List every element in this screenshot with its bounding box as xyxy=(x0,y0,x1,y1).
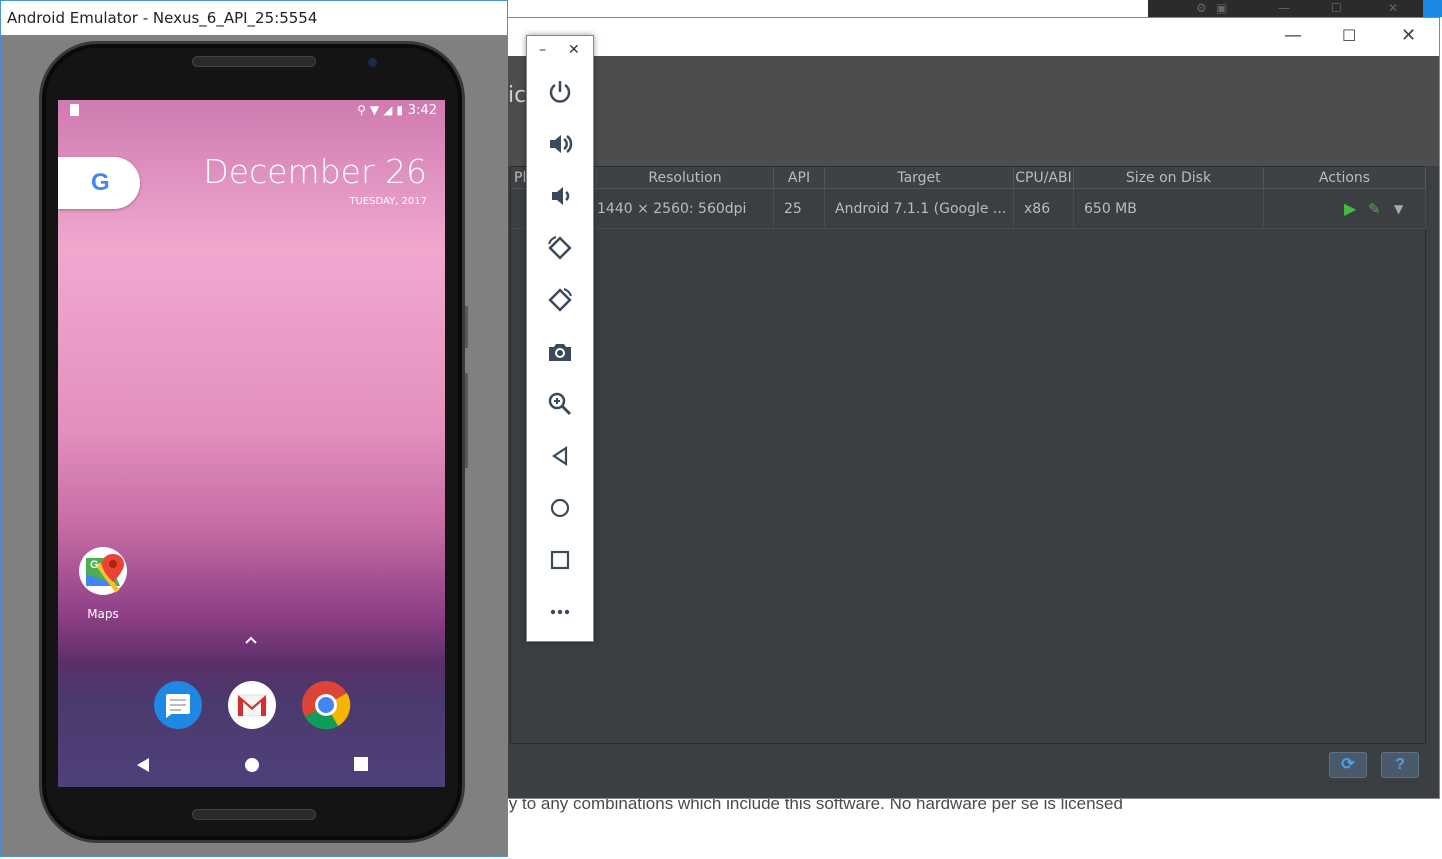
avd-table: Pl Resolution API Target CPU/ABI Size on… xyxy=(510,166,1426,744)
date-widget-year[interactable]: TUESDAY, 2017 xyxy=(349,196,427,207)
signal-icon: ◢ xyxy=(383,103,397,117)
launch-play-icon[interactable]: ▶ xyxy=(1344,189,1356,228)
overview-icon[interactable] xyxy=(542,542,578,578)
maps-label: Maps xyxy=(87,607,119,621)
location-icon: ⚲ xyxy=(357,103,370,117)
rotate-right-icon[interactable] xyxy=(542,282,578,318)
rotate-left-icon[interactable] xyxy=(542,230,578,266)
status-icons: ⚲▼◢▮ xyxy=(357,103,407,117)
volume-up-icon[interactable] xyxy=(542,126,578,162)
emulator-toolbar: – ✕ xyxy=(526,35,594,642)
nav-home-icon[interactable] xyxy=(244,757,260,773)
toolbar-close-button[interactable]: ✕ xyxy=(568,42,580,58)
nav-back-icon[interactable] xyxy=(135,757,151,773)
emulator-title: Android Emulator - Nexus_6_API_25:5554 xyxy=(7,9,318,27)
avd-header-title: ic xyxy=(508,83,527,108)
camera-icon[interactable] xyxy=(542,334,578,370)
front-camera xyxy=(368,58,377,67)
emulator-titlebar: Android Emulator - Nexus_6_API_25:5554 xyxy=(1,1,507,35)
home-icon[interactable] xyxy=(542,490,578,526)
avd-titlebar: — ☐ ✕ xyxy=(506,18,1439,56)
column-header-actions[interactable]: Actions xyxy=(1264,167,1426,189)
avd-manager-window: — ☐ ✕ ic Pl Resolution API Target CPU/AB… xyxy=(505,17,1440,799)
nav-bar xyxy=(58,745,445,787)
messages-icon[interactable] xyxy=(153,680,203,730)
wifi-icon: ▼ xyxy=(369,103,384,117)
column-header-size-on-disk[interactable]: Size on Disk xyxy=(1074,167,1264,189)
maximize-button[interactable]: ☐ xyxy=(1342,26,1356,45)
toolbar-minimize-button[interactable]: – xyxy=(539,42,546,58)
status-clock: 3:42 xyxy=(407,103,437,118)
help-button[interactable]: ? xyxy=(1381,752,1419,778)
window-icon: ▣ xyxy=(1216,1,1228,15)
sd-card-icon xyxy=(70,104,79,116)
volume-down-icon[interactable] xyxy=(542,178,578,214)
power-icon[interactable] xyxy=(542,74,578,110)
svg-text:G: G xyxy=(90,559,99,571)
volume-side-button xyxy=(465,373,468,468)
google-search-widget[interactable]: G xyxy=(58,157,140,209)
table-cell-actions: ▶ ✎ ▼ xyxy=(1264,189,1426,229)
gmail-icon[interactable] xyxy=(227,680,277,730)
close-button[interactable]: ✕ xyxy=(1401,25,1416,46)
settings-icon: ⚙ xyxy=(1196,1,1207,15)
zoom-icon[interactable] xyxy=(542,386,578,422)
nav-overview-icon[interactable] xyxy=(354,757,368,771)
table-cell-target[interactable]: Android 7.1.1 (Google ... xyxy=(825,189,1014,229)
maximize-icon: ☐ xyxy=(1331,1,1342,15)
maps-icon[interactable]: G xyxy=(78,546,128,596)
column-header-target[interactable]: Target xyxy=(825,167,1014,189)
table-cell-size[interactable]: 650 MB xyxy=(1074,189,1264,229)
column-header-cpu-abi[interactable]: CPU/ABI xyxy=(1014,167,1074,189)
chrome-icon[interactable] xyxy=(301,680,351,730)
minimize-button[interactable]: — xyxy=(1284,25,1302,46)
date-widget-day[interactable]: December 26 xyxy=(203,152,427,191)
chevron-up-icon[interactable] xyxy=(244,635,258,645)
more-icon[interactable] xyxy=(542,594,578,630)
bottom-speaker xyxy=(192,809,316,820)
avd-header: ic xyxy=(506,56,1439,166)
background-taskbar-strip: ⚙ ▣ — ☐ ✕ xyxy=(1148,0,1423,17)
table-cell-resolution[interactable]: 1440 × 2560: 560dpi xyxy=(597,189,774,229)
power-side-button xyxy=(465,306,468,348)
top-speaker xyxy=(192,56,316,67)
background-blue-strip xyxy=(1423,0,1442,17)
column-header-resolution[interactable]: Resolution xyxy=(597,167,774,189)
refresh-button[interactable]: ⟳ xyxy=(1329,752,1367,778)
close-icon: ✕ xyxy=(1388,1,1399,15)
column-header-api[interactable]: API xyxy=(774,167,825,189)
table-cell-api[interactable]: 25 xyxy=(774,189,825,229)
back-icon[interactable] xyxy=(542,438,578,474)
chevron-down-icon[interactable]: ▼ xyxy=(1394,189,1403,228)
google-g-icon: G xyxy=(91,169,110,196)
emulator-window: Android Emulator - Nexus_6_API_25:5554 ⚲… xyxy=(0,0,508,857)
phone-screen[interactable]: ⚲▼◢▮ 3:42 G December 26 TUESDAY, 2017 G … xyxy=(58,100,445,787)
table-cell-cpu-abi[interactable]: x86 xyxy=(1014,189,1074,229)
edit-pencil-icon[interactable]: ✎ xyxy=(1368,189,1381,228)
battery-icon: ▮ xyxy=(396,103,407,117)
minimize-icon: — xyxy=(1278,1,1290,15)
status-bar: ⚲▼◢▮ 3:42 xyxy=(58,100,445,122)
